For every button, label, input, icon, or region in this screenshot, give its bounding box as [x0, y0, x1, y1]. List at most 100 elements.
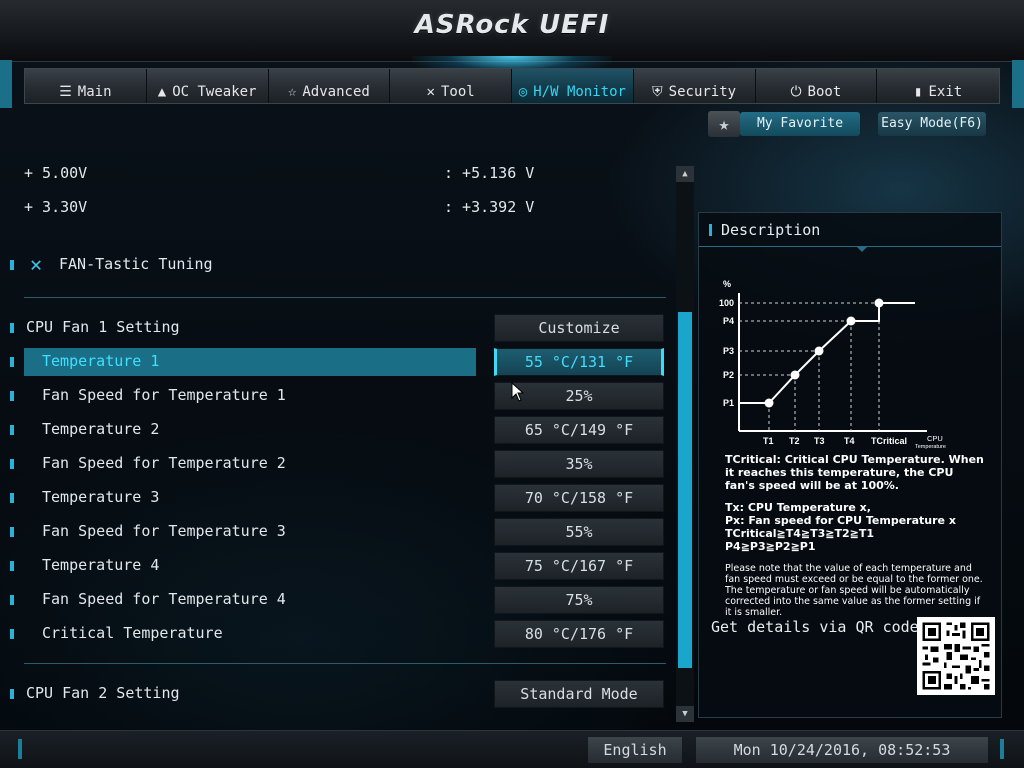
row-bullet	[10, 527, 14, 537]
row-bullet	[10, 425, 14, 435]
setting-value-box[interactable]: 75 °C/167 °F	[494, 552, 664, 580]
setting-value-box[interactable]: 80 °C/176 °F	[494, 620, 664, 648]
tab-label: Main	[77, 84, 112, 100]
setting-value-box[interactable]: 35%	[494, 450, 664, 478]
setting-value-box[interactable]: 70 °C/158 °F	[494, 484, 664, 512]
description-text-legend: Tx: CPU Temperature x, Px: Fan speed for…	[725, 501, 985, 553]
status-left-accent	[18, 739, 22, 759]
voltage-label: + 3.30V	[24, 198, 88, 216]
x-tick-label: T3	[814, 436, 825, 446]
setting-value-box[interactable]: 55 °C/131 °F	[494, 348, 664, 376]
scroll-down-arrow-icon[interactable]: ▼	[676, 706, 694, 722]
mouse-cursor-icon	[511, 382, 525, 402]
row-bullet	[10, 493, 14, 503]
y-tick-label: P4	[723, 316, 734, 326]
scrollbar[interactable]: ▲ ▼	[676, 166, 694, 722]
setting-label: Fan Speed for Temperature 4	[42, 590, 286, 608]
setting-row[interactable]: Fan Speed for Temperature 1 25%	[0, 382, 680, 410]
setting-row[interactable]: Critical Temperature 80 °C/176 °F	[0, 620, 680, 648]
legend-line: Px: Fan speed for CPU Temperature x	[725, 514, 956, 527]
status-bar: English Mon 10/24/2016, 08:52:53	[0, 730, 1024, 768]
scroll-up-arrow-icon[interactable]: ▲	[676, 166, 694, 182]
x-unit-label: Temperature	[915, 444, 946, 450]
nav-left-accent	[0, 60, 12, 108]
setting-row[interactable]: Fan Speed for Temperature 4 75%	[0, 586, 680, 614]
x-unit-label: CPU	[927, 434, 943, 443]
scrollbar-thumb[interactable]	[678, 312, 692, 668]
setting-label: Critical Temperature	[42, 624, 223, 642]
tab-exit[interactable]: ▮ Exit	[877, 69, 999, 103]
tab-hw-monitor[interactable]: ◎ H/W Monitor	[512, 69, 634, 103]
tab-advanced[interactable]: ☆ Advanced	[268, 69, 391, 103]
my-favorite-button[interactable]: My Favorite	[740, 112, 860, 136]
tab-boot[interactable]: ⏻ Boot	[755, 69, 878, 103]
setting-row[interactable]: Temperature 2 65 °C/149 °F	[0, 416, 680, 444]
setting-row[interactable]: Temperature 3 70 °C/158 °F	[0, 484, 680, 512]
setting-value-box[interactable]: Standard Mode	[494, 680, 664, 708]
fan-tastic-tuning-item[interactable]: ✕ FAN-Tastic Tuning	[0, 251, 680, 279]
tab-label: H/W Monitor	[533, 84, 626, 100]
section-title: FAN-Tastic Tuning	[59, 255, 213, 273]
tab-tool[interactable]: ✕ Tool	[390, 69, 512, 103]
x-tick-label: TCritical	[871, 436, 907, 446]
setting-value-box[interactable]: 65 °C/149 °F	[494, 416, 664, 444]
tab-label: Exit	[928, 84, 963, 100]
description-panel: Description % 100 P4 P3 P2 P1 T1 T2 T3 T…	[698, 212, 1002, 718]
curve-points	[764, 298, 884, 408]
row-bullet	[10, 357, 14, 367]
wrench-icon: ✕	[30, 252, 43, 276]
setting-row[interactable]: Fan Speed for Temperature 3 55%	[0, 518, 680, 546]
setting-row[interactable]: Fan Speed for Temperature 2 35%	[0, 450, 680, 478]
fan-curve-diagram: % 100 P4 P3 P2 P1 T1 T2 T3 T4 TCritical …	[719, 279, 946, 450]
list-icon: ☰	[59, 84, 72, 100]
tools-icon: ✕	[426, 84, 435, 100]
header-accent	[709, 224, 712, 236]
setting-label: Temperature 2	[42, 420, 160, 438]
main-tab-bar: ☰ Main ▲ OC Tweaker ☆ Advanced ✕ Tool ◎ …	[24, 68, 1000, 104]
header-bar: ASRock UEFI	[0, 0, 1024, 62]
tab-label: Security	[668, 84, 737, 100]
description-text-note: Please note that the value of each tempe…	[725, 563, 983, 617]
x-tick-label: T4	[844, 436, 855, 446]
setting-row[interactable]: CPU Fan 1 Setting Customize	[0, 314, 680, 342]
row-bullet	[10, 459, 14, 469]
description-text-critical: TCritical: Critical CPU Temperature. Whe…	[725, 453, 984, 492]
setting-row[interactable]: Temperature 4 75 °C/167 °F	[0, 552, 680, 580]
voltage-label: + 5.00V	[24, 164, 88, 182]
setting-value-box[interactable]: Customize	[494, 314, 664, 342]
nav-right-accent	[1012, 60, 1024, 108]
row-bullet	[10, 391, 14, 401]
star-icon: ☆	[287, 84, 297, 100]
tab-security[interactable]: ⛨ Security	[633, 69, 756, 103]
guide-lines	[739, 302, 880, 431]
setting-label: CPU Fan 1 Setting	[26, 318, 180, 336]
fan-curve-line	[739, 302, 915, 404]
favorite-star-icon[interactable]: ★	[708, 111, 740, 137]
setting-value-box[interactable]: 55%	[494, 518, 664, 546]
section-divider	[24, 297, 666, 298]
voltage-value: : +5.136 V	[444, 164, 535, 182]
setting-value-box[interactable]: 75%	[494, 586, 664, 614]
setting-row[interactable]: Temperature 1 55 °C/131 °F	[0, 348, 680, 376]
tab-label: Boot	[807, 84, 842, 100]
tab-label: OC Tweaker	[172, 84, 257, 100]
y-unit-label: %	[723, 279, 731, 289]
setting-row[interactable]: CPU Fan 2 Setting Standard Mode	[0, 680, 680, 708]
monitor-gauge-icon: ◎	[518, 84, 528, 100]
language-selector[interactable]: English	[588, 737, 682, 763]
tab-main[interactable]: ☰ Main	[25, 69, 147, 103]
easy-mode-button[interactable]: Easy Mode(F6)	[878, 112, 986, 136]
tab-label: Advanced	[302, 84, 370, 100]
brand-logo: ASRock UEFI	[414, 10, 610, 40]
power-icon: ⏻	[790, 84, 802, 100]
row-bullet	[10, 561, 14, 571]
settings-panel: + 5.00V : +5.136 V + 3.30V : +3.392 V ✕ …	[0, 160, 680, 720]
datetime-display: Mon 10/24/2016, 08:52:53	[696, 737, 988, 763]
setting-label: CPU Fan 2 Setting	[26, 684, 180, 702]
description-title: Description	[721, 221, 821, 239]
tab-oc-tweaker[interactable]: ▲ OC Tweaker	[146, 69, 269, 103]
legend-line: TCritical≧T4≧T3≧T2≧T1	[725, 527, 875, 540]
y-tick-label: 100	[719, 298, 734, 308]
qr-code-icon[interactable]	[917, 617, 995, 695]
setting-label: Fan Speed for Temperature 2	[42, 454, 286, 472]
